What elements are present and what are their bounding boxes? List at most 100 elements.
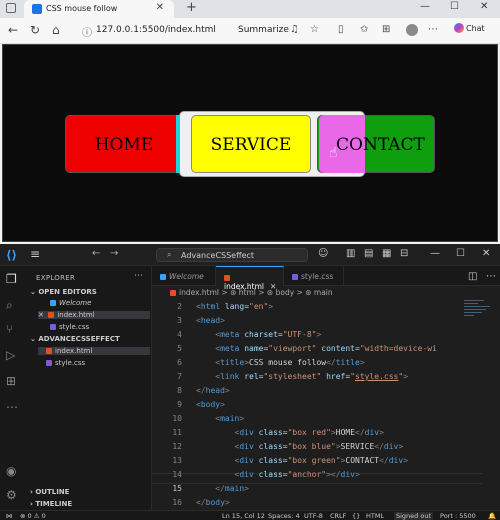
minimize-icon[interactable]: — xyxy=(430,248,440,259)
tab-welcome[interactable]: Welcome xyxy=(152,266,216,286)
menu-icon[interactable]: ≡ xyxy=(30,247,40,261)
breadcrumb-item[interactable]: html xyxy=(239,288,256,297)
refresh-icon[interactable]: ↻ xyxy=(30,23,40,37)
collections-icon[interactable]: ⊞ xyxy=(382,24,390,35)
open-file-label: index.html xyxy=(57,311,95,319)
line-number: 7 xyxy=(177,372,182,381)
copilot-vscode-icon[interactable]: ☺ xyxy=(318,248,328,259)
signed-out-status[interactable]: Signed out xyxy=(394,512,434,520)
layout-secondary-icon[interactable]: ▦ xyxy=(382,248,391,259)
more-actions-icon[interactable]: ⋯ xyxy=(134,271,143,281)
source-control-icon[interactable]: ⑂ xyxy=(6,322,13,336)
open-editors-label: OPEN EDITORS xyxy=(38,288,97,296)
tab-actions-icon[interactable] xyxy=(6,3,16,13)
encoding[interactable]: UTF-8 xyxy=(304,512,323,520)
project-file-style[interactable]: style.css xyxy=(46,359,85,367)
browser-tab[interactable]: CSS mouse follow ✕ xyxy=(24,0,174,18)
home-box[interactable]: HOME xyxy=(65,115,183,173)
css-file-icon xyxy=(292,274,298,280)
braces-icon[interactable]: {} xyxy=(352,512,360,520)
site-info-icon[interactable]: ⓘ xyxy=(82,24,92,39)
more-actions-icon[interactable]: ⋯ xyxy=(486,271,496,282)
remote-icon[interactable]: ⋈ xyxy=(6,512,13,520)
favorite-star-icon[interactable]: ☆ xyxy=(310,24,319,35)
maximize-icon[interactable]: ☐ xyxy=(450,1,459,12)
language-mode[interactable]: HTML xyxy=(366,512,384,520)
vscode-titlebar: ⟨⟩ ≡ ← → ⌕ AdvanceCSSeffect ☺ ▥ ▤ ▦ ⊟ — … xyxy=(0,244,500,266)
more-menu-icon[interactable]: ⋯ xyxy=(428,24,438,35)
breadcrumb-item[interactable]: main xyxy=(314,288,333,297)
vscode-window: ⟨⟩ ≡ ← → ⌕ AdvanceCSSeffect ☺ ▥ ▤ ▦ ⊟ — … xyxy=(0,244,500,520)
minimize-icon[interactable]: — xyxy=(420,1,430,12)
cursor-position[interactable]: Ln 15, Col 12 xyxy=(222,512,265,520)
vscode-file-icon xyxy=(160,274,166,280)
nav-back-icon[interactable]: ← xyxy=(92,248,100,259)
search-icon[interactable]: ⌕ xyxy=(6,298,13,313)
address-bar[interactable]: ⓘ 127.0.0.1:5500/index.html Summarize ♫ … xyxy=(80,22,458,40)
breadcrumb-item[interactable]: body xyxy=(276,288,295,297)
copilot-button[interactable]: Chat xyxy=(454,23,485,33)
timeline-header[interactable]: › TIMELINE xyxy=(30,500,72,508)
maximize-icon[interactable]: ☐ xyxy=(456,248,465,259)
run-debug-icon[interactable]: ▷ xyxy=(6,348,15,362)
account-icon[interactable]: ◉ xyxy=(6,464,16,478)
code-editor[interactable]: 2 3 4 5 6 7 8 9 10 11 12 13 14 15 16 <ht… xyxy=(152,300,500,510)
profile-avatar[interactable] xyxy=(406,24,418,36)
open-file-welcome[interactable]: Welcome xyxy=(50,299,91,307)
code-line: <div class="box green">CONTACT</div> xyxy=(234,456,409,465)
line-number: 3 xyxy=(177,316,182,325)
error-count: 0 xyxy=(27,512,32,520)
read-aloud-icon[interactable]: ♫ xyxy=(290,24,299,35)
project-label: ADVANCECSSEFFECT xyxy=(38,335,120,343)
window-close-icon[interactable]: ✕ xyxy=(480,1,488,12)
customize-layout-icon[interactable]: ⊟ xyxy=(400,248,408,259)
line-number: 2 xyxy=(177,302,182,311)
code-line: <meta charset="UTF-8"> xyxy=(215,330,322,339)
problems-indicator[interactable]: ⊗ 0 ⚠ 0 xyxy=(20,512,46,520)
layout-sidebar-icon[interactable]: ▥ xyxy=(346,248,355,259)
close-icon[interactable]: ✕ xyxy=(156,2,164,13)
summarize-button[interactable]: Summarize xyxy=(238,25,289,35)
close-window-icon[interactable]: ✕ xyxy=(482,248,490,259)
split-screen-icon[interactable]: ▯ xyxy=(338,24,344,35)
line-ending[interactable]: CRLF xyxy=(330,512,346,520)
live-server-port[interactable]: Port : 5500 xyxy=(440,512,476,520)
settings-gear-icon[interactable]: ⚙ xyxy=(6,488,17,502)
minimap[interactable] xyxy=(464,300,494,340)
back-icon[interactable]: ← xyxy=(8,23,18,37)
new-tab-icon[interactable]: + xyxy=(186,0,197,15)
line-number: 15 xyxy=(172,484,182,493)
anchor-edge-cyan xyxy=(176,115,180,173)
split-editor-icon[interactable]: ◫ xyxy=(468,271,477,282)
project-file-label: index.html xyxy=(55,347,93,355)
code-line: <div class="box red">HOME</div> xyxy=(234,428,384,437)
more-icon[interactable]: ⋯ xyxy=(6,400,18,414)
open-editors-header[interactable]: ⌄ OPEN EDITORS xyxy=(30,288,97,296)
layout-panel-icon[interactable]: ▤ xyxy=(364,248,373,259)
mouse-cursor-icon: ☝ xyxy=(329,145,338,161)
extensions-icon[interactable]: ⊞ xyxy=(6,374,16,388)
project-file-index[interactable]: index.html xyxy=(38,347,150,355)
nav-forward-icon[interactable]: → xyxy=(110,248,118,259)
indentation[interactable]: Spaces: 4 xyxy=(268,512,300,520)
open-file-index[interactable]: ✕ index.html xyxy=(38,311,150,319)
code-line: <head> xyxy=(196,316,225,325)
tab-style-css[interactable]: style.css xyxy=(284,266,344,286)
search-icon: ⌕ xyxy=(167,250,172,259)
home-icon[interactable]: ⌂ xyxy=(52,23,60,37)
outline-header[interactable]: › OUTLINE xyxy=(30,488,69,496)
service-box[interactable]: SERVICE xyxy=(191,115,311,173)
activity-bar: ❐ ⌕ ⑂ ▷ ⊞ ⋯ ◉ ⚙ xyxy=(0,266,26,510)
open-file-style[interactable]: style.css xyxy=(50,323,89,331)
browser-window: CSS mouse follow ✕ + — ☐ ✕ ← ↻ ⌂ ⓘ 127.0… xyxy=(0,0,500,244)
open-file-label: style.css xyxy=(59,323,90,331)
html-file-icon xyxy=(48,312,55,318)
notifications-bell-icon[interactable]: 🔔 xyxy=(488,512,496,520)
command-center[interactable]: ⌕ AdvanceCSSeffect xyxy=(156,248,308,262)
explorer-icon[interactable]: ❐ xyxy=(6,272,17,286)
tab-index-html[interactable]: index.html ✕ xyxy=(216,266,284,291)
favorites-icon[interactable]: ✩ xyxy=(360,24,368,35)
code-line: <meta name="viewport" content="width=dev… xyxy=(215,344,437,353)
project-header[interactable]: ⌄ ADVANCECSSEFFECT xyxy=(30,335,120,343)
breadcrumb-item[interactable]: index.html xyxy=(179,288,219,297)
